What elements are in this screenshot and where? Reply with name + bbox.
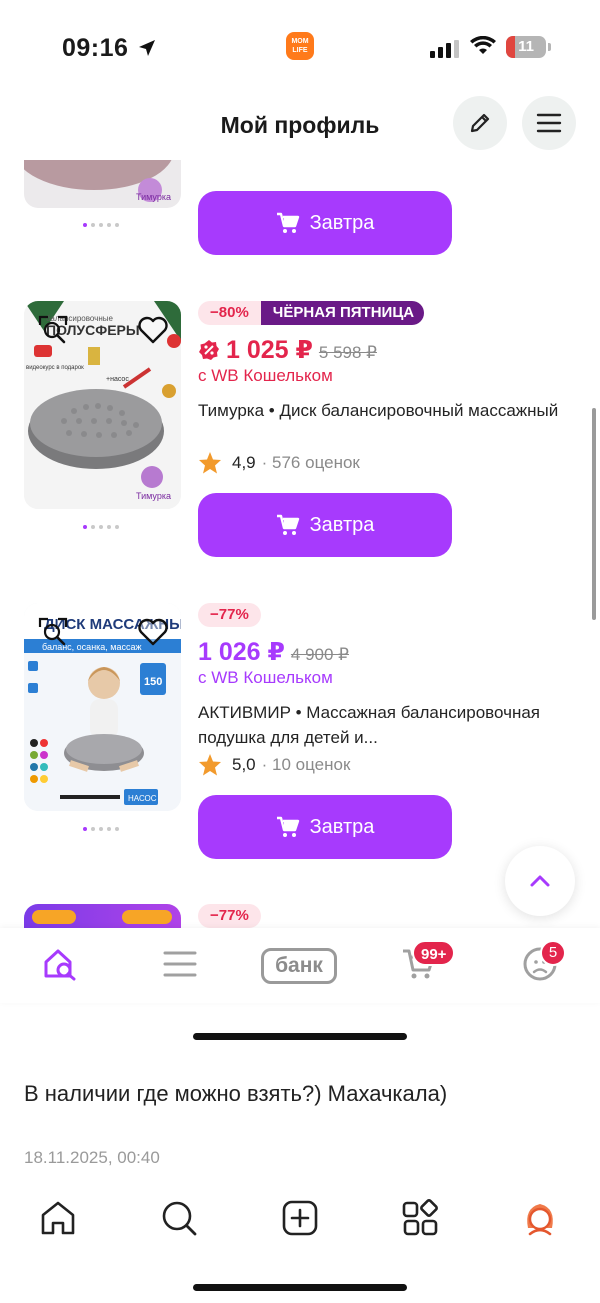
add-to-cart-button[interactable]: Завтра	[198, 493, 452, 557]
hamburger-icon	[536, 113, 562, 133]
comment-text: В наличии где можно взять?) Махачкала)	[24, 1081, 448, 1106]
tab-catalog[interactable]	[160, 944, 200, 984]
product-title[interactable]: АКТИВМИР • Массажная балансировочная под…	[198, 700, 578, 750]
product-title[interactable]: Тимурка • Диск балансировочный массажный	[198, 398, 578, 423]
svg-text:Тимурка: Тимурка	[136, 491, 171, 501]
nav-home[interactable]	[36, 1196, 80, 1240]
discount-badges: −80% ЧЁРНАЯ ПЯТНИЦА	[198, 301, 425, 325]
discount-badge: −77%	[198, 904, 261, 928]
favorite-heart-icon[interactable]	[137, 315, 169, 345]
nav-search[interactable]	[157, 1196, 201, 1240]
add-icon	[282, 1200, 318, 1236]
reviews-count: · 576 оценок	[261, 452, 360, 472]
product-image[interactable]	[24, 904, 181, 928]
catalog-icon	[163, 951, 197, 977]
image-pager	[83, 818, 123, 831]
page-title: Мой профиль	[220, 112, 380, 138]
svg-text:150: 150	[144, 676, 162, 688]
scrollbar[interactable]	[592, 408, 596, 620]
cart-icon	[276, 816, 299, 837]
svg-text:НАСОС: НАСОС	[128, 794, 157, 803]
home-icon	[41, 1201, 75, 1235]
discount-badge: −80%	[198, 301, 261, 325]
app-logo-icon: MOM LIFE	[286, 32, 314, 60]
svg-text:видеокурс в подарок: видеокурс в подарок	[26, 365, 84, 371]
home-search-icon	[44, 949, 76, 981]
rating-value: 4,9	[232, 452, 256, 472]
profile-count-badge: 5	[540, 940, 566, 966]
discount-badges: −77%	[198, 603, 261, 627]
wallet-note: с WB Кошельком	[198, 366, 333, 385]
home-indicator	[193, 1033, 407, 1040]
image-pager	[83, 516, 123, 529]
search-icon	[162, 1201, 197, 1236]
status-time: 09:16	[62, 34, 129, 62]
zoom-icon[interactable]	[38, 315, 68, 345]
favorite-heart-icon[interactable]	[137, 617, 169, 647]
pencil-icon	[470, 113, 490, 133]
reviews-count: · 10 оценок	[261, 754, 351, 774]
current-price: 1 025 ₽	[226, 336, 313, 364]
image-pager	[83, 214, 123, 227]
shop-tab-bar: банк 99+ 5	[0, 928, 600, 1003]
grid-icon	[402, 1199, 438, 1236]
product-image[interactable]: балансировочные ПОЛУСФЕРЫ видеокурс в по…	[24, 301, 181, 509]
add-to-cart-button[interactable]: Завтра	[198, 795, 452, 859]
cart-count-badge: 99+	[412, 940, 456, 966]
star-icon	[199, 754, 221, 776]
product-image[interactable]: ДИСК МАССАЖНЫЙ баланс, осанка, массаж 15…	[24, 603, 181, 811]
current-price: 1 026 ₽	[198, 638, 285, 666]
price-row: 1 025 ₽ 5 598 ₽	[198, 335, 377, 365]
old-price: 5 598 ₽	[318, 343, 377, 362]
cart-icon	[276, 514, 299, 535]
avatar-icon	[527, 1204, 553, 1236]
zoom-icon[interactable]	[38, 617, 68, 647]
price-row: 1 026 ₽ 4 900 ₽	[198, 637, 349, 667]
bottom-navigation	[0, 1190, 600, 1250]
chevron-up-icon	[530, 875, 550, 887]
star-icon	[199, 452, 221, 474]
discount-badge: −77%	[198, 603, 261, 627]
status-bar: 09:16 MOM LIFE 11	[0, 0, 600, 96]
nav-create[interactable]	[278, 1196, 322, 1240]
comment-date: 18.11.2025, 00:40	[24, 1148, 160, 1167]
promo-badge: ЧЁРНАЯ ПЯТНИЦА	[260, 301, 425, 325]
cart-icon	[276, 212, 299, 233]
discount-badges: −77%	[198, 904, 261, 928]
edit-profile-button[interactable]	[453, 96, 507, 150]
sale-tag-icon	[199, 340, 219, 360]
location-arrow-icon	[139, 40, 155, 56]
battery-icon: 11	[506, 36, 551, 58]
home-indicator	[193, 1284, 407, 1291]
svg-text:+насос: +насос	[106, 376, 129, 383]
wallet-note: с WB Кошельком	[198, 668, 333, 687]
scroll-to-top-button[interactable]	[505, 846, 575, 916]
rating: 4,9 · 576 оценок	[198, 451, 360, 474]
tab-home-search[interactable]	[40, 944, 80, 984]
signal-icon	[430, 40, 459, 58]
nav-services[interactable]	[398, 1196, 442, 1240]
add-to-cart-button[interactable]: Завтра	[198, 191, 452, 255]
rating: 5,0 · 10 оценок	[198, 753, 350, 776]
menu-button[interactable]	[522, 96, 576, 150]
old-price: 4 900 ₽	[290, 645, 349, 664]
wifi-icon	[470, 36, 496, 54]
nav-profile[interactable]	[518, 1196, 562, 1240]
rating-value: 5,0	[232, 754, 256, 774]
tab-bank[interactable]: банк	[261, 948, 337, 984]
svg-text:Тимурка: Тимурка	[136, 192, 171, 202]
product-image[interactable]: Тимурка	[24, 160, 181, 208]
product-list[interactable]: Тимурка Завтра балансировочные ПОЛУСФЕРЫ…	[0, 160, 600, 928]
